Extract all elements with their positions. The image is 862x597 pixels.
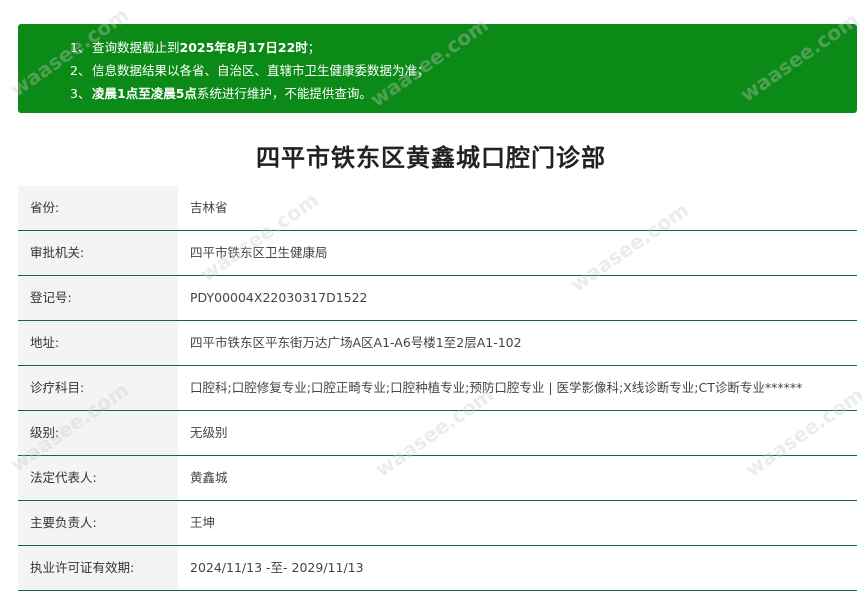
row-label: 执业许可证有效期: [18, 545, 178, 591]
row-label: 省份: [18, 186, 178, 231]
notice-banner: 1、 查询数据截止到2025年8月17日22时； 2、 信息数据结果以各省、自治区、… [18, 24, 857, 113]
row-value: 黄鑫城 [190, 470, 228, 485]
notice-bold-text: 凌晨1点至凌晨5点 [92, 86, 197, 101]
table-row-address: 地址: 四平市铁东区平东街万达广场A区A1-A6号楼1至2层A1-102 [18, 320, 857, 366]
notice-line-2: 2、 信息数据结果以各省、自治区、直辖市卫生健康委数据为准； [70, 59, 857, 82]
row-label: 审批机关: [18, 230, 178, 276]
notice-number: 3、 [70, 86, 91, 101]
notice-text: 查询数据截止到 [92, 40, 180, 55]
table-row-principal: 主要负责人: 王坤 [18, 500, 857, 546]
row-value: PDY00004X22030317D1522 [190, 290, 368, 305]
table-row-level: 级别: 无级别 [18, 410, 857, 456]
row-value: 2024/11/13 -至- 2029/11/13 [190, 560, 364, 575]
notice-text-tail: ； [307, 40, 321, 55]
row-label: 级别: [18, 410, 178, 456]
row-value: 王坤 [190, 515, 216, 530]
row-value: 四平市铁东区平东街万达广场A区A1-A6号楼1至2层A1-102 [190, 335, 522, 350]
table-row-legal-rep: 法定代表人: 黄鑫城 [18, 455, 857, 501]
notice-line-1: 1、 查询数据截止到2025年8月17日22时； [70, 36, 857, 59]
notice-number: 1、 [70, 40, 91, 55]
notice-text: 信息数据结果以各省、自治区、直辖市卫生健康委数据为准； [92, 63, 430, 78]
notice-bold-text: 2025年8月17日22时 [179, 40, 308, 55]
row-label: 登记号: [18, 275, 178, 321]
row-value: 吉林省 [190, 200, 228, 215]
page-title: 四平市铁东区黄鑫城口腔门诊部 [256, 144, 606, 172]
info-table: 省份: 吉林省 审批机关: 四平市铁东区卫生健康局 登记号: PDY00004X… [18, 186, 857, 591]
notice-number: 2、 [70, 63, 91, 78]
row-label: 地址: [18, 320, 178, 366]
table-row-license-validity: 执业许可证有效期: 2024/11/13 -至- 2029/11/13 [18, 545, 857, 591]
notice-line-3: 3、 凌晨1点至凌晨5点系统进行维护，不能提供查询。 [70, 82, 857, 105]
row-value: 无级别 [190, 425, 228, 440]
table-row-province: 省份: 吉林省 [18, 186, 857, 231]
row-label: 法定代表人: [18, 455, 178, 501]
table-row-authority: 审批机关: 四平市铁东区卫生健康局 [18, 230, 857, 276]
row-value: 口腔科;口腔修复专业;口腔正畸专业;口腔种植专业;预防口腔专业 | 医学影像科;… [190, 380, 803, 395]
table-row-departments: 诊疗科目: 口腔科;口腔修复专业;口腔正畸专业;口腔种植专业;预防口腔专业 | … [18, 365, 857, 411]
notice-text-tail: 系统进行维护，不能提供查询。 [196, 86, 372, 101]
row-label: 诊疗科目: [18, 365, 178, 411]
table-row-registration: 登记号: PDY00004X22030317D1522 [18, 275, 857, 321]
row-value: 四平市铁东区卫生健康局 [190, 245, 328, 260]
row-label: 主要负责人: [18, 500, 178, 546]
